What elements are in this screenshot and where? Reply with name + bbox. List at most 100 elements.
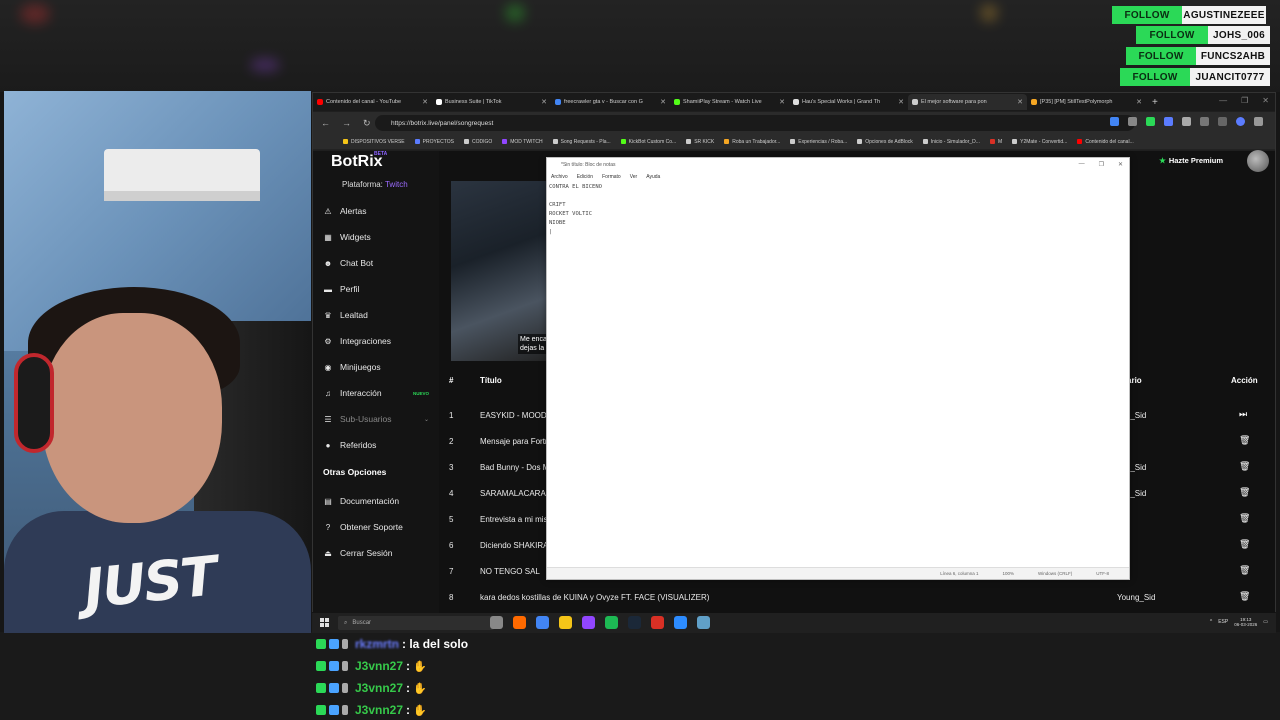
- browser-tab[interactable]: Contenido del canal - YouTube ✕: [313, 94, 432, 110]
- bookmark-item[interactable]: SR KICK: [686, 139, 714, 145]
- bookmark-item[interactable]: Opciones de AdBlock: [857, 139, 913, 145]
- taskbar-app-icon[interactable]: [651, 616, 664, 629]
- sidebar-item-alertas[interactable]: ⚠ Alertas: [323, 201, 437, 221]
- taskbar-search[interactable]: ⌕ Buscar: [338, 616, 494, 630]
- close-tab-icon[interactable]: ✕: [1136, 98, 1142, 106]
- taskbar-app-icon[interactable]: [605, 616, 618, 629]
- delete-icon[interactable]: 🗑: [1239, 461, 1250, 472]
- close-tab-icon[interactable]: ✕: [660, 98, 666, 106]
- delete-icon[interactable]: 🗑: [1239, 513, 1250, 524]
- bookmark-item[interactable]: Experiencias / Roba...: [790, 139, 847, 145]
- bookmark-star-icon[interactable]: [1110, 117, 1119, 126]
- browser-tab[interactable]: ShamiiPlay Stream - Watch Live ✕: [670, 94, 789, 110]
- bookmark-item[interactable]: KickBot Custom Co...: [620, 139, 676, 145]
- notepad-menu-item[interactable]: Ayuda: [646, 174, 660, 180]
- taskbar-app-icon[interactable]: [674, 616, 687, 629]
- notepad-menu-item[interactable]: Archivo: [551, 174, 568, 180]
- bookmark-item[interactable]: CODIGO: [463, 139, 492, 145]
- bookmark-label: Song Requests - Pla...: [560, 138, 611, 145]
- browser-tab[interactable]: Business Suite | TikTok ✕: [432, 94, 551, 110]
- premium-button[interactable]: ★ Hazte Premium: [1159, 156, 1223, 165]
- taskbar-app-icon[interactable]: [559, 616, 572, 629]
- delete-icon[interactable]: 🗑: [1239, 435, 1250, 446]
- close-tab-icon[interactable]: ✕: [541, 98, 547, 106]
- extension-icon[interactable]: [1182, 117, 1191, 126]
- notepad-text[interactable]: CONTRA EL BICENO CRIFT ROCKET VOLTIC NIO…: [549, 183, 602, 237]
- extension-icon[interactable]: [1146, 117, 1155, 126]
- maximize-icon[interactable]: ❐: [1099, 161, 1104, 168]
- taskbar-app-icon[interactable]: [536, 616, 549, 629]
- avatar[interactable]: [1247, 150, 1269, 172]
- browser-tab[interactable]: Hau's Special Works | Grand Th ✕: [789, 94, 908, 110]
- extension-icon[interactable]: [1128, 117, 1137, 126]
- sidebar-item-other[interactable]: ? Obtener Soporte: [323, 517, 437, 537]
- menu-icon[interactable]: [1254, 117, 1263, 126]
- tab-favicon-icon: [793, 99, 799, 105]
- browser-tab[interactable]: freecrawler gta v - Buscar con G ✕: [551, 94, 670, 110]
- row-title: Entrevista a mi mis: [480, 515, 548, 524]
- taskbar-app-icon[interactable]: [513, 616, 526, 629]
- bookmark-item[interactable]: Inicio - Simulador_D...: [922, 139, 980, 145]
- bookmark-item[interactable]: PROYECTOS: [414, 138, 454, 145]
- extension-icon[interactable]: [1218, 117, 1227, 126]
- sidebar-item-widgets[interactable]: ▦ Widgets: [323, 227, 437, 247]
- delete-icon[interactable]: 🗑: [1239, 591, 1250, 602]
- taskbar-app-icon[interactable]: [697, 616, 710, 629]
- address-bar[interactable]: https://botrix.live/panel/songrequest: [375, 115, 1135, 131]
- delete-icon[interactable]: 🗑: [1239, 565, 1250, 576]
- taskbar-app-icon[interactable]: [582, 616, 595, 629]
- sidebar-item-lealtad[interactable]: ♛ Lealtad: [323, 305, 437, 325]
- sidebar-item-sub-usuarios[interactable]: ☰ Sub-Usuarios ⌄: [323, 409, 437, 429]
- minimize-icon[interactable]: —: [1219, 96, 1227, 105]
- close-tab-icon[interactable]: ✕: [898, 98, 904, 106]
- sidebar-item-other[interactable]: ▤ Documentación: [323, 491, 437, 511]
- sidebar-item-referidos[interactable]: ● Referidos: [323, 435, 437, 455]
- bookmark-item[interactable]: M: [989, 139, 1002, 145]
- sidebar-item-other[interactable]: ⏏ Cerrar Sesión: [323, 543, 437, 563]
- bookmark-item[interactable]: Roba un Trabajador...: [724, 139, 780, 145]
- notepad-menu-item[interactable]: Edición: [577, 174, 593, 180]
- delete-icon[interactable]: 🗑: [1239, 487, 1250, 498]
- bookmark-item[interactable]: Contenido del canal...: [1077, 139, 1134, 145]
- lang-indicator[interactable]: ESP: [1218, 619, 1228, 625]
- close-tab-icon[interactable]: ✕: [1017, 98, 1023, 106]
- back-icon[interactable]: ←: [321, 118, 330, 128]
- extension-icon[interactable]: [1200, 117, 1209, 126]
- bookmark-item[interactable]: MOD TWITCH: [502, 139, 543, 145]
- close-icon[interactable]: ✕: [1118, 161, 1123, 168]
- forward-icon[interactable]: →: [342, 118, 351, 128]
- close-icon[interactable]: ✕: [1262, 96, 1269, 105]
- maximize-icon[interactable]: ❐: [1241, 96, 1248, 105]
- new-tab-button[interactable]: +: [1152, 97, 1158, 108]
- reload-icon[interactable]: ↻: [363, 118, 371, 129]
- tab-favicon-icon: [436, 99, 442, 105]
- taskbar-app-icon[interactable]: [628, 616, 641, 629]
- taskbar-app-icon[interactable]: [490, 616, 503, 629]
- clock[interactable]: 19:13 06-03-2026: [1234, 617, 1257, 627]
- notepad-menu-item[interactable]: Ver: [630, 174, 638, 180]
- chevron-up-icon[interactable]: ^: [1210, 619, 1212, 625]
- browser-tab[interactable]: [P35] [PM] StillTestPolymorph ✕: [1027, 94, 1146, 110]
- minimize-icon[interactable]: —: [1079, 161, 1085, 168]
- bookmark-item[interactable]: Y2Mate - Convertid...: [1012, 139, 1067, 145]
- windows-start-icon[interactable]: [320, 618, 329, 627]
- browser-tab[interactable]: El mejor software para pon ✕: [908, 94, 1027, 110]
- sidebar-item-integraciones[interactable]: ⚙ Integraciones: [323, 331, 437, 351]
- bookmark-item[interactable]: DISPOSITIVOS VERSE: [343, 139, 405, 145]
- notepad-status-item: Línea 6, columna 1: [940, 571, 979, 576]
- profile-icon[interactable]: [1236, 117, 1245, 126]
- extension-icon[interactable]: [1164, 117, 1173, 126]
- bookmark-item[interactable]: Song Requests - Pla...: [552, 138, 611, 145]
- close-tab-icon[interactable]: ✕: [779, 98, 785, 106]
- blurred-blob: [505, 4, 525, 22]
- sidebar-item-interacci-n[interactable]: ♫ Interacción NUEVO: [323, 383, 437, 403]
- bookmark-label: PROYECTOS: [422, 138, 454, 145]
- skip-icon[interactable]: ⏭: [1239, 409, 1247, 420]
- sidebar-item-perfil[interactable]: ▬ Perfil: [323, 279, 437, 299]
- delete-icon[interactable]: 🗑: [1239, 539, 1250, 550]
- close-tab-icon[interactable]: ✕: [422, 98, 428, 106]
- notepad-menu-item[interactable]: Formato: [602, 174, 621, 180]
- sidebar-item-minijuegos[interactable]: ◉ Minijuegos: [323, 357, 437, 377]
- notification-icon[interactable]: ▭: [1263, 619, 1268, 625]
- sidebar-item-chat-bot[interactable]: ☻ Chat Bot: [323, 253, 437, 273]
